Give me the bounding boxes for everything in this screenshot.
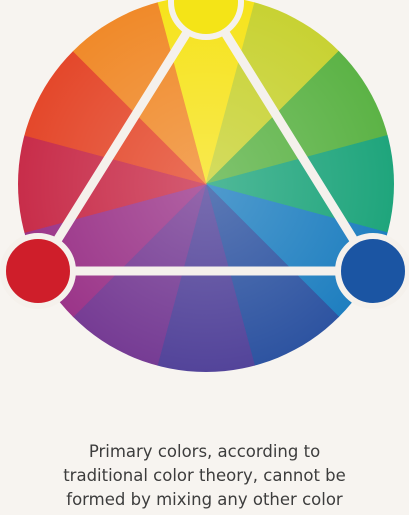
primary-dot-blue [335, 233, 409, 309]
caption-line-1: Primary colors, according to [88, 442, 321, 461]
color-wheel-diagram [0, 0, 409, 372]
caption: Primary colors, according to traditional… [0, 440, 409, 512]
wheel-highlight [18, 0, 394, 372]
caption-line-3: formed by mixing any other color [66, 490, 343, 509]
primary-dot-red [0, 233, 76, 309]
caption-line-2: traditional color theory, cannot be [63, 466, 346, 485]
